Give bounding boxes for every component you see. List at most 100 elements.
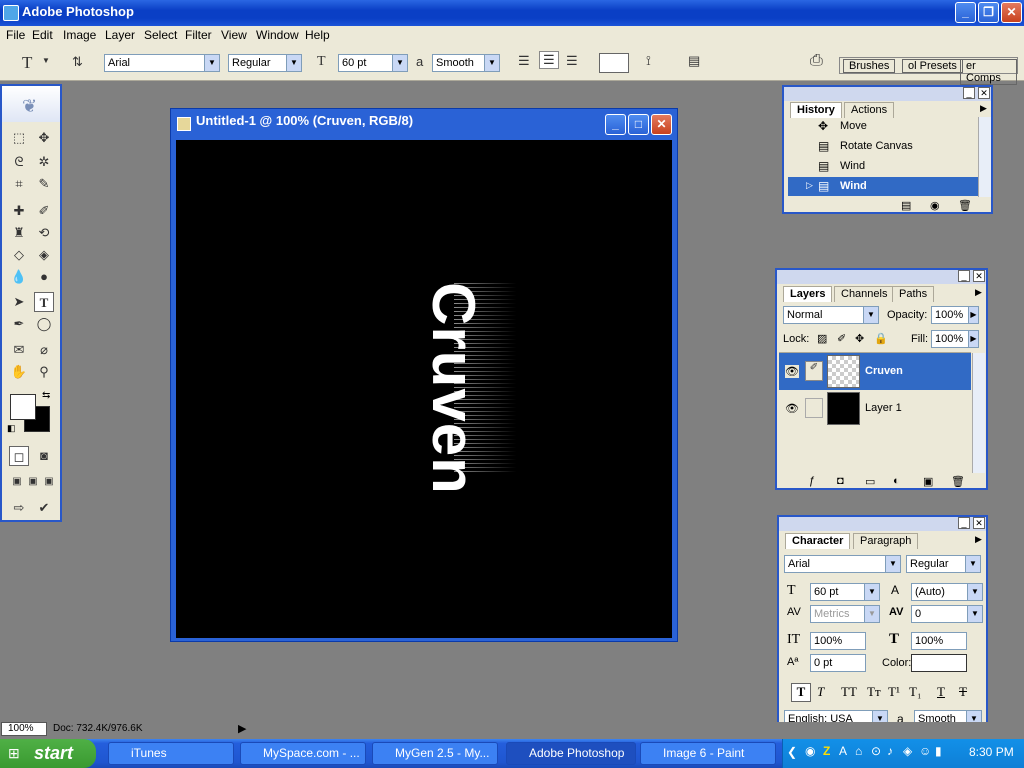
ellipse-icon[interactable]: ◯: [34, 314, 54, 334]
lock-all-icon[interactable]: 🔒: [874, 332, 888, 345]
zoom-input[interactable]: 100%: [1, 722, 47, 736]
taskbar-photoshop[interactable]: Adobe Photoshop: [506, 742, 636, 765]
char-style-select[interactable]: Regular ▼: [906, 555, 981, 573]
text-color-swatch[interactable]: [599, 53, 629, 73]
horizontal-scale-input[interactable]: 100%: [911, 632, 967, 650]
status-menu-arrow-icon[interactable]: ▶: [238, 722, 246, 735]
taskbar-itunes[interactable]: iTunes: [108, 742, 234, 765]
quick-mask-icon[interactable]: ◙: [34, 446, 54, 466]
adjustment-layer-icon[interactable]: ◐: [893, 475, 900, 487]
photoshop-app-icon[interactable]: [3, 5, 19, 21]
lock-pixels-icon[interactable]: ✐: [837, 332, 846, 345]
tab-character[interactable]: Character: [785, 533, 851, 549]
panel-menu-icon[interactable]: ▶: [975, 534, 982, 545]
taskbar-paint[interactable]: Image 6 - Paint: [640, 742, 776, 765]
panel-minimize-icon[interactable]: _: [958, 270, 970, 282]
layers-panel-header[interactable]: _ ✕: [777, 270, 986, 284]
clock[interactable]: 8:30 PM: [969, 745, 1014, 759]
tab-actions[interactable]: Actions: [844, 102, 895, 118]
jump-to-imageready-icon[interactable]: ⇨: [9, 498, 29, 518]
magic-wand-icon[interactable]: ✲: [34, 152, 54, 172]
tray-app-icon[interactable]: ▮: [935, 744, 942, 758]
history-item-move[interactable]: Move: [788, 117, 978, 136]
dodge-icon[interactable]: ●: [34, 267, 54, 287]
history-brush-icon[interactable]: ⟲: [34, 223, 54, 243]
panel-minimize-icon[interactable]: _: [963, 87, 975, 99]
tab-paths[interactable]: Paths: [892, 286, 935, 302]
eyedropper-icon[interactable]: ⌀: [34, 340, 54, 360]
security-icon[interactable]: ◈: [903, 744, 912, 758]
type-tool-icon[interactable]: T: [34, 292, 54, 312]
panel-close-icon[interactable]: ✕: [973, 270, 985, 282]
minimize-button[interactable]: _: [955, 2, 976, 23]
messenger-icon[interactable]: ☺: [919, 744, 931, 758]
slice-icon[interactable]: ✎: [34, 174, 54, 194]
new-layer-icon[interactable]: ▣: [923, 475, 933, 488]
baseline-shift-input[interactable]: 0 pt: [810, 654, 866, 672]
tracking-select[interactable]: 0 ▼: [911, 605, 983, 623]
kerning-select[interactable]: Metrics ▼: [810, 605, 880, 623]
path-selection-icon[interactable]: ➤: [9, 292, 29, 312]
imageready-icon[interactable]: ✔: [34, 498, 54, 518]
history-panel-header[interactable]: _ ✕: [784, 87, 991, 101]
subscript-icon[interactable]: T₁: [909, 684, 921, 700]
panel-close-icon[interactable]: ✕: [973, 517, 985, 529]
history-item-wind-selected[interactable]: Wind: [788, 177, 978, 196]
zoom-icon[interactable]: ⚲: [34, 362, 54, 382]
brushes-tab[interactable]: Brushes: [843, 59, 896, 73]
char-font-select[interactable]: Arial ▼: [784, 555, 901, 573]
strikethrough-icon[interactable]: T: [959, 684, 967, 700]
blend-mode-select[interactable]: Normal ▼: [783, 306, 879, 324]
warp-text-icon[interactable]: ⟟: [646, 53, 651, 69]
foreground-color-swatch[interactable]: [10, 394, 36, 420]
crop-icon[interactable]: ⌗: [9, 174, 29, 194]
superscript-icon[interactable]: T¹: [888, 684, 900, 700]
volume-icon[interactable]: ♪: [887, 744, 893, 758]
screen-mode-full-icon[interactable]: ▣: [39, 472, 59, 492]
trash-icon[interactable]: 🗑: [951, 475, 965, 488]
align-right-icon[interactable]: ☰: [566, 53, 578, 69]
leading-select[interactable]: (Auto) ▼: [911, 583, 983, 601]
file-browser-icon[interactable]: ⎙: [810, 52, 823, 70]
link-slot[interactable]: [805, 398, 823, 418]
document-maximize-button[interactable]: □: [628, 114, 649, 135]
tool-presets-tab[interactable]: ol Presets: [902, 59, 963, 73]
panel-menu-icon[interactable]: ▶: [975, 287, 982, 298]
fill-input[interactable]: 100% ▶: [931, 330, 979, 348]
menu-file[interactable]: File: [6, 28, 25, 42]
layer-style-icon[interactable]: ƒ: [809, 475, 815, 487]
eye-icon[interactable]: 👁: [785, 365, 799, 378]
lasso-icon[interactable]: ᘓ: [9, 152, 29, 172]
document-canvas[interactable]: Cruven: [176, 140, 672, 638]
character-panel-header[interactable]: _ ✕: [779, 517, 986, 531]
document-close-button[interactable]: ✕: [651, 114, 672, 135]
document-icon[interactable]: [177, 117, 191, 131]
panel-menu-icon[interactable]: ▶: [980, 103, 987, 114]
menu-image[interactable]: Image: [63, 28, 96, 42]
all-caps-icon[interactable]: TT: [841, 684, 857, 700]
default-colors-icon[interactable]: ◧: [7, 423, 16, 434]
eraser-icon[interactable]: ◇: [9, 245, 29, 265]
menu-select[interactable]: Select: [144, 28, 177, 42]
tab-paragraph[interactable]: Paragraph: [853, 533, 919, 549]
tray-app-icon[interactable]: Z: [823, 744, 830, 758]
menu-window[interactable]: Window: [256, 28, 299, 42]
menu-edit[interactable]: Edit: [32, 28, 53, 42]
add-mask-icon[interactable]: ◘: [837, 475, 844, 487]
taskbar-mygen[interactable]: MyGen 2.5 - My...: [372, 742, 498, 765]
taskbar-myspace[interactable]: MySpace.com - ...: [240, 742, 366, 765]
small-caps-icon[interactable]: Tт: [867, 684, 881, 700]
char-size-select[interactable]: 60 pt ▼: [810, 583, 880, 601]
brush-icon[interactable]: ✐: [34, 201, 54, 221]
history-scrollbar[interactable]: [978, 117, 991, 197]
chevron-down-icon[interactable]: ▼: [42, 56, 50, 65]
tray-expand-icon[interactable]: ❮: [787, 745, 797, 759]
tray-app-icon[interactable]: A: [839, 744, 847, 758]
layer-row-cruven[interactable]: 👁 ✐ Cruven: [779, 353, 971, 390]
tray-app-icon[interactable]: ⊙: [871, 744, 881, 758]
lock-position-icon[interactable]: ✥: [855, 332, 864, 345]
hand-icon[interactable]: ✋: [9, 362, 29, 382]
layer-row-layer-1[interactable]: 👁 Layer 1: [779, 390, 971, 427]
align-left-icon[interactable]: ☰: [518, 53, 530, 69]
close-button[interactable]: ✕: [1001, 2, 1022, 23]
